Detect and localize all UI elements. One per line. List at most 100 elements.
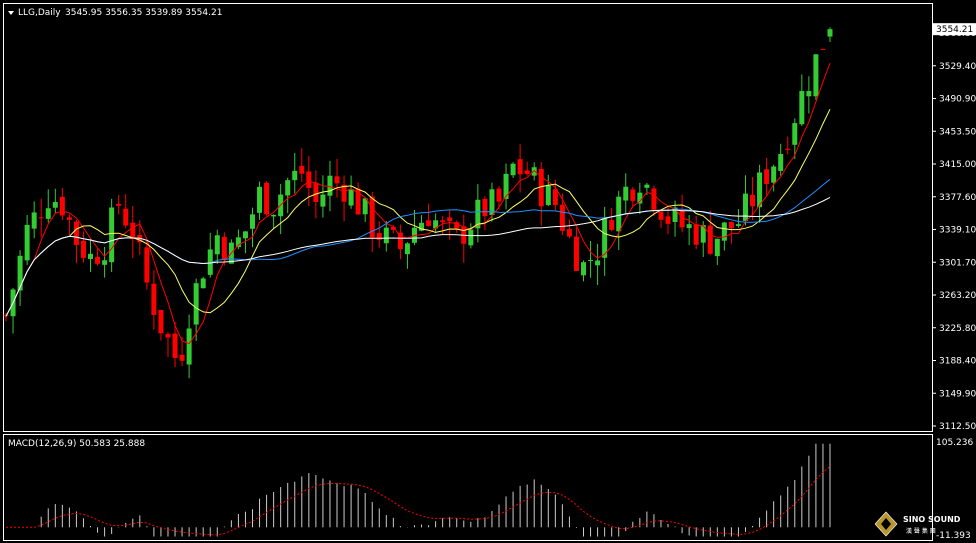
candle-body <box>383 227 389 244</box>
candle-body <box>735 224 741 226</box>
candle-body <box>426 220 432 227</box>
candle-body <box>693 224 699 245</box>
candle-body <box>17 255 23 291</box>
candle-body <box>88 253 94 259</box>
candle-body <box>348 188 354 206</box>
candle-body <box>292 170 298 181</box>
candle-body <box>806 91 812 97</box>
candle-body <box>144 247 150 283</box>
candle-body <box>665 216 671 224</box>
candle-body <box>264 182 270 215</box>
candle-body <box>80 240 86 258</box>
candle-body <box>581 262 587 276</box>
candle-body <box>52 202 58 208</box>
candle-body <box>623 186 629 201</box>
candle-body <box>334 176 340 184</box>
candle-body <box>813 54 819 97</box>
macd-axis-top: 105.236 <box>936 438 973 448</box>
candle-body <box>313 182 319 203</box>
price-tick-label: 3301.70 <box>939 258 976 268</box>
chart-root: LLG,Daily 3545.95 3556.35 3539.89 3554.2… <box>0 0 976 543</box>
candle-body <box>172 333 178 358</box>
candle <box>200 276 206 289</box>
candle-body <box>496 188 502 202</box>
candle-body <box>116 203 122 206</box>
candle-body <box>742 193 748 221</box>
candle <box>144 240 150 290</box>
candle-body <box>686 224 692 229</box>
candle-body <box>165 333 171 338</box>
candle-body <box>299 165 305 174</box>
candle-body <box>588 259 594 261</box>
candle-body <box>616 196 622 232</box>
candle-body <box>566 229 572 237</box>
candle-body <box>404 243 410 255</box>
candle-body <box>95 256 101 264</box>
price-tick-label: 3188.40 <box>939 357 976 367</box>
candle-body <box>73 221 79 245</box>
candle-body <box>630 189 636 201</box>
candle-body <box>151 283 157 315</box>
candle <box>109 198 115 272</box>
candle-body <box>517 159 523 175</box>
candle-body <box>109 207 115 263</box>
candle-body <box>306 171 312 188</box>
price-tick-label: 3225.80 <box>939 324 976 334</box>
candle-body <box>221 236 227 260</box>
price-tick-label: 3112.50 <box>939 422 976 432</box>
candle-body <box>799 91 805 125</box>
logo-main-text: SINO SOUND <box>903 515 961 524</box>
candle-body <box>123 208 129 226</box>
candle <box>813 53 819 100</box>
candle-body <box>66 217 72 220</box>
candle-body <box>531 167 537 176</box>
macd-label: MACD(12,26,9) 50.583 25.888 <box>8 439 145 449</box>
candle-body <box>778 154 784 171</box>
candle-body <box>792 123 798 145</box>
candle-body <box>320 194 326 207</box>
price-tick-label: 3453.50 <box>939 127 976 137</box>
candle-body <box>545 185 551 206</box>
candle-body <box>179 354 185 361</box>
ohlc-values: 3545.95 3556.35 3539.89 3554.21 <box>65 8 222 18</box>
candle-body <box>130 222 136 239</box>
candle-body <box>285 180 291 196</box>
price-tick-label: 3339.10 <box>939 226 976 236</box>
price-tick-label: 3149.90 <box>939 389 976 399</box>
candle-body <box>764 169 770 185</box>
candle-body <box>573 236 579 271</box>
candle-body <box>327 175 333 196</box>
candle-body <box>447 217 453 222</box>
price-tick-label: 3529.40 <box>939 62 976 72</box>
candle-body <box>552 189 558 205</box>
candle-body <box>524 170 530 174</box>
candle-body <box>644 184 650 188</box>
candle-body <box>257 186 263 213</box>
candle-body <box>714 238 720 257</box>
candle-body <box>45 208 51 219</box>
candle-body <box>468 229 474 246</box>
candle-body <box>242 231 248 239</box>
candle-body <box>609 220 615 230</box>
candle-body <box>193 283 199 325</box>
candle-body <box>482 198 488 217</box>
candle-body <box>59 196 65 216</box>
candle-body <box>102 260 108 265</box>
candle-body <box>651 188 657 210</box>
candle-body <box>200 278 206 289</box>
candle-body <box>186 328 192 365</box>
logo-sub-text: 漢 聲 集 團 <box>906 527 936 535</box>
candle-body <box>31 212 37 229</box>
candle-body <box>38 217 44 219</box>
macd-axis-bottom: -11.393 <box>936 531 971 541</box>
symbol-label: LLG,Daily <box>18 8 61 18</box>
price-tick-label: 3263.20 <box>939 291 976 301</box>
candle-body <box>707 225 713 254</box>
chart-header: LLG,Daily 3545.95 3556.35 3539.89 3554.2… <box>8 8 222 18</box>
candle-body <box>820 48 826 50</box>
candle-body <box>785 148 791 150</box>
candle-body <box>214 235 220 255</box>
candle-body <box>158 310 164 334</box>
candle-body <box>771 166 777 183</box>
price-tick-label: 3490.90 <box>939 95 976 105</box>
